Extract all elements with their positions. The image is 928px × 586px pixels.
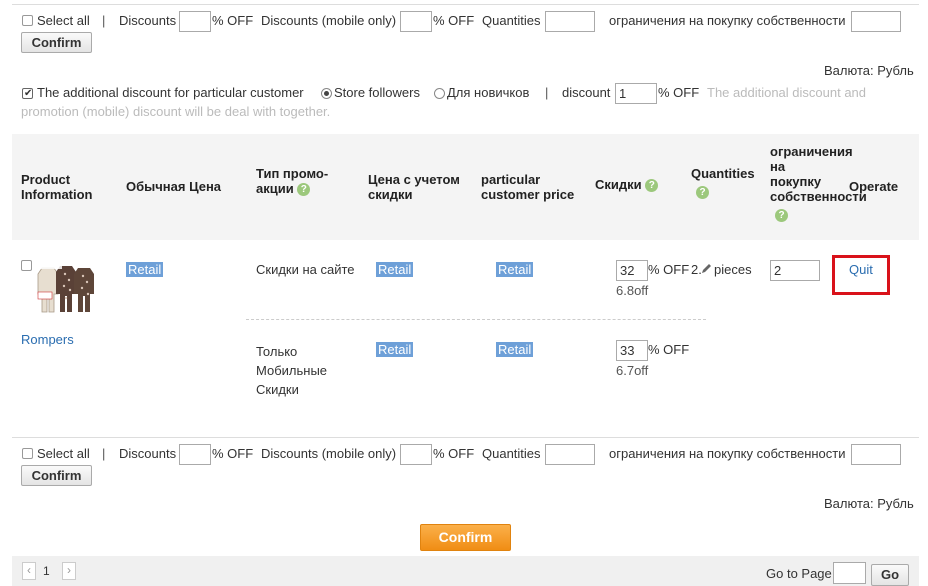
- customer-discount-label: The additional discount for particular c…: [37, 85, 304, 100]
- goto-page-label: Go to Page: [766, 566, 832, 581]
- header-price: Обычная Цена: [126, 179, 222, 194]
- customer-price-tag: Retail: [496, 342, 534, 357]
- help-icon[interactable]: ?: [645, 179, 659, 193]
- quantities-input[interactable]: [545, 11, 595, 32]
- go-button[interactable]: Go: [871, 564, 909, 586]
- restrictions-input[interactable]: [851, 11, 901, 32]
- currency-label-bottom: Валюта: Рубль: [824, 496, 914, 511]
- discounts-mobile-off-label: % OFF: [433, 446, 475, 461]
- help-icon[interactable]: ?: [297, 183, 311, 197]
- discount-off-amount: 6.7off: [616, 363, 649, 378]
- discount-off-label: % OFF: [648, 342, 690, 357]
- discounts-mobile-input[interactable]: [400, 444, 432, 465]
- quantities-label: Quantities: [482, 446, 541, 461]
- discount-input-mobile[interactable]: [616, 340, 648, 361]
- discounts-off-label: % OFF: [212, 446, 254, 461]
- discount-off-amount: 6.8off: [616, 283, 649, 298]
- discounts-input[interactable]: [179, 444, 211, 465]
- help-icon[interactable]: ?: [775, 209, 788, 223]
- header-discounted-price: Цена с учетом скидки: [368, 172, 460, 202]
- discounted-price-tag: Retail: [376, 342, 414, 357]
- help-icon[interactable]: ?: [696, 186, 709, 200]
- discounts-label: Discounts: [119, 446, 177, 461]
- select-all-label: Select all: [37, 446, 90, 461]
- confirm-button-top[interactable]: Confirm: [21, 32, 92, 53]
- customer-discount-off-label: % OFF: [658, 85, 700, 100]
- restrictions-input[interactable]: [851, 444, 901, 465]
- quantities-input[interactable]: [545, 444, 595, 465]
- pagination-bar: ‹ 1 › Go to Page Go: [12, 556, 919, 586]
- restrictions-label: ограничения на покупку собственности: [609, 13, 846, 28]
- confirm-button-bottom[interactable]: Confirm: [21, 465, 92, 486]
- discounted-price-tag: Retail: [376, 262, 414, 277]
- customer-discount-note-1: The additional discount and: [707, 85, 867, 100]
- bulk-actions-bottom: Select all | Discounts % OFF Discounts (…: [0, 433, 928, 493]
- next-page-button[interactable]: ›: [62, 562, 76, 580]
- discount-label: discount: [562, 85, 611, 100]
- promo-type-site: Скидки на сайте: [256, 262, 355, 277]
- discounts-mobile-label: Discounts (mobile only): [261, 446, 397, 461]
- prev-page-button[interactable]: ‹: [22, 562, 36, 580]
- row-divider: [246, 319, 706, 320]
- discounts-off-label: % OFF: [212, 13, 254, 28]
- currency-label-top: Валюта: Рубль: [824, 63, 914, 78]
- quit-link[interactable]: Quit: [849, 262, 873, 277]
- discounts-mobile-off-label: % OFF: [433, 13, 475, 28]
- discounts-mobile-label: Discounts (mobile only): [261, 13, 397, 28]
- discounts-mobile-input[interactable]: [400, 11, 432, 32]
- promo-type-mobile: Только Мобильные Скидки: [256, 344, 328, 397]
- header-discounts: Скидки ?: [595, 177, 659, 193]
- discount-off-label: % OFF: [648, 262, 690, 277]
- discount-input-site[interactable]: [616, 260, 648, 281]
- select-all-label: Select all: [37, 13, 90, 28]
- restriction-input[interactable]: [770, 260, 820, 281]
- goto-page-input[interactable]: [833, 562, 866, 584]
- header-product: Product Information: [21, 172, 93, 202]
- confirm-button-main[interactable]: Confirm: [420, 524, 511, 551]
- header-operate: Operate: [849, 179, 899, 194]
- separator: |: [102, 446, 106, 461]
- store-followers-label: Store followers: [334, 85, 420, 100]
- select-all-checkbox[interactable]: [22, 448, 33, 459]
- header-promo-type: Тип промо- акции ?: [256, 166, 329, 197]
- header-customer-price: particular customer price: [481, 172, 575, 202]
- customer-price-tag: Retail: [496, 262, 534, 277]
- restrictions-label: ограничения на покупку собственности: [609, 446, 846, 461]
- bulk-actions-top: Select all | Discounts % OFF Discounts (…: [0, 0, 928, 60]
- separator: |: [545, 85, 549, 100]
- customer-discount-checkbox[interactable]: [22, 88, 33, 99]
- table-row: Rompers Retail Скидки на сайте Retail Re…: [12, 240, 919, 436]
- discounts-label: Discounts: [119, 13, 177, 28]
- page-number[interactable]: 1: [43, 564, 50, 578]
- store-followers-radio[interactable]: [321, 88, 332, 99]
- customer-discount-note-2: promotion (mobile) discount will be deal…: [21, 104, 331, 119]
- discounts-input[interactable]: [179, 11, 211, 32]
- product-checkbox[interactable]: [21, 260, 32, 271]
- newcomers-radio[interactable]: [434, 88, 445, 99]
- edit-pencil-icon[interactable]: [701, 262, 712, 274]
- customer-discount-input[interactable]: [615, 83, 657, 104]
- select-all-checkbox[interactable]: [22, 15, 33, 26]
- quantities-label: Quantities: [482, 13, 541, 28]
- quantity-unit: pieces: [714, 262, 752, 277]
- product-name-link[interactable]: Rompers: [21, 332, 74, 347]
- separator: |: [102, 13, 106, 28]
- customer-discount-row: The additional discount for particular c…: [0, 80, 928, 124]
- header-quantities: Quantities ?: [691, 166, 755, 200]
- product-thumbnail[interactable]: [36, 260, 98, 320]
- price-tag: Retail: [126, 262, 164, 277]
- newcomers-label: Для новичков: [447, 85, 530, 100]
